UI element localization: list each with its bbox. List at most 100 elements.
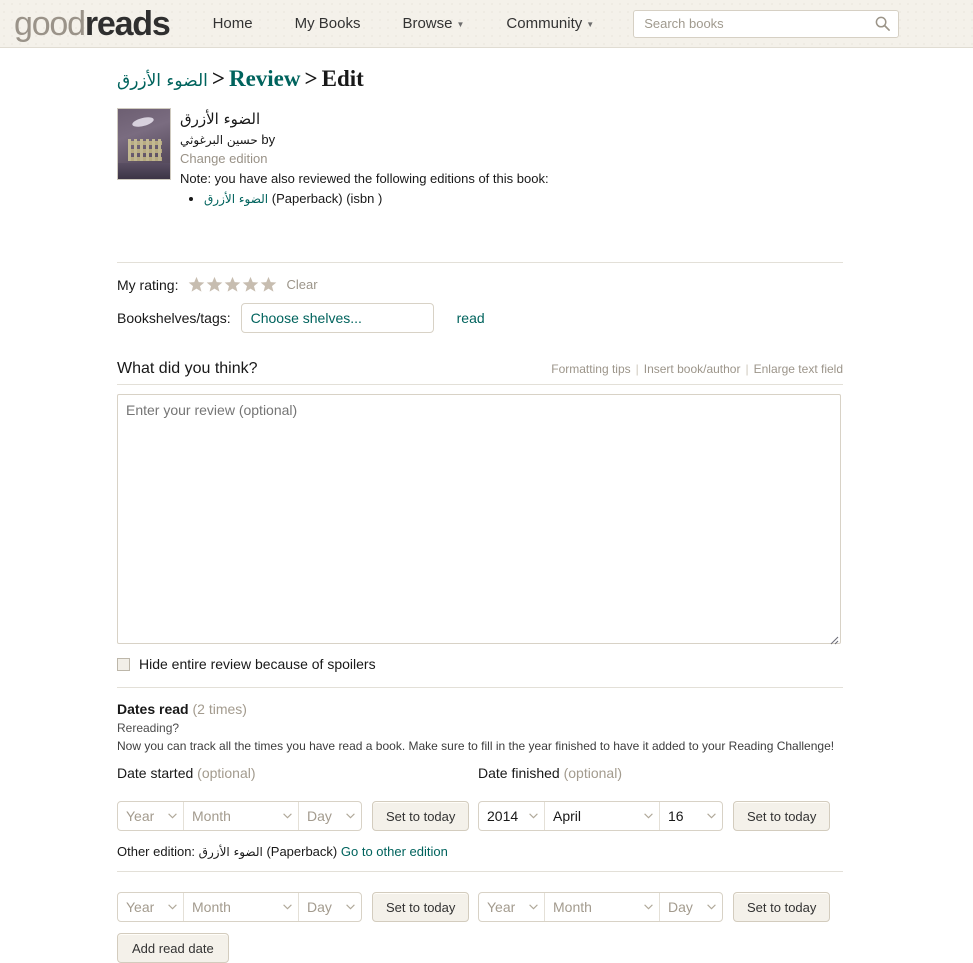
date-row-1-started: Year Month Day Set to today (117, 793, 478, 831)
nav-item-browse[interactable]: Browse ▼ (381, 15, 485, 32)
search-input[interactable] (642, 15, 876, 32)
date-row-2-started-set-today-button[interactable]: Set to today (372, 892, 470, 922)
enlarge-text-field-link[interactable]: Enlarge text field (754, 362, 843, 376)
breadcrumb-separator-2: > (304, 66, 318, 91)
star-icon-4[interactable] (242, 276, 259, 293)
chevron-down-icon (644, 813, 653, 819)
nav-item-home[interactable]: Home (192, 15, 274, 32)
site-header: goodreads Home My Books Browse ▼ Communit… (0, 0, 973, 48)
rereading-label: Rereading? (117, 721, 180, 735)
review-textarea-wrapper (117, 385, 841, 647)
book-summary: الضوء الأزرق حسين البرغوثي by Change edi… (117, 108, 973, 208)
insert-book-author-link[interactable]: Insert book/author (644, 362, 741, 376)
by-label: by (261, 132, 276, 147)
date-row-1-started-set-today-button[interactable]: Set to today (372, 801, 470, 831)
date-row-2-finished-year-value: Year (487, 899, 516, 915)
dates-help-text: Now you can track all the times you have… (117, 739, 835, 753)
date-finished-optional: (optional) (563, 765, 622, 781)
rating-label: My rating: (117, 276, 179, 293)
other-editions-list: الضوء الأزرق (Paperback) (isbn ) (180, 190, 549, 208)
nav-item-browse-label: Browse (402, 15, 453, 32)
formatting-tips-link[interactable]: Formatting tips (551, 362, 630, 376)
chevron-down-icon: ▼ (456, 19, 465, 29)
spoiler-label: Hide entire review because of spoilers (139, 656, 376, 672)
date-row-1-finished-year-select[interactable]: 2014 (479, 802, 545, 830)
date-row-1-started-selects: Year Month Day (117, 801, 362, 831)
goodreads-logo[interactable]: goodreads (14, 7, 171, 41)
star-icon-1[interactable] (188, 276, 205, 293)
date-row-1-started-month-select[interactable]: Month (184, 802, 299, 830)
date-finished-label: Date finished (478, 765, 560, 781)
shelves-label: Bookshelves/tags: (117, 310, 231, 326)
date-row-1-finished-month-value: April (553, 808, 582, 824)
date-row-2: Year Month Day Set to today Year Month D… (117, 884, 843, 922)
go-to-other-edition-link[interactable]: Go to other edition (341, 844, 448, 859)
edition-link[interactable]: الضوء الأزرق (204, 192, 268, 206)
spoiler-checkbox[interactable] (117, 657, 130, 671)
date-started-label-wrap: Date started (optional) (117, 765, 478, 781)
dates-read-title: Dates read (2 times) (117, 701, 843, 717)
review-form: My rating: Clear Bookshelves/tags: Choos… (117, 262, 843, 963)
nav-item-my-books-label: My Books (294, 15, 361, 32)
change-edition-link[interactable]: Change edition (180, 149, 549, 169)
other-edition-prefix: Other edition: (117, 844, 196, 859)
date-row-2-finished-set-today-button[interactable]: Set to today (733, 892, 831, 922)
star-icon-2[interactable] (206, 276, 223, 293)
review-textarea[interactable] (117, 394, 841, 644)
book-author-line: حسين البرغوثي by (180, 131, 549, 149)
choose-shelves-input[interactable]: Choose shelves... (240, 303, 434, 333)
date-column-labels: Date started (optional) Date finished (o… (117, 765, 843, 781)
shelf-tag-read[interactable]: read (457, 310, 485, 326)
chevron-down-icon (529, 813, 538, 819)
breadcrumb-separator-1: > (211, 66, 225, 91)
edition-format: (Paperback) (271, 191, 343, 206)
date-row-1-finished-month-select[interactable]: April (545, 802, 660, 830)
chevron-down-icon: ▼ (586, 19, 595, 29)
date-row-1-finished-set-today-button[interactable]: Set to today (733, 801, 831, 831)
book-meta: الضوء الأزرق حسين البرغوثي by Change edi… (180, 108, 549, 208)
date-row-1-finished-year-value: 2014 (487, 808, 519, 824)
clear-rating-link[interactable]: Clear (286, 277, 317, 292)
star-icon-3[interactable] (224, 276, 241, 293)
chevron-down-icon (707, 904, 716, 910)
book-title: الضوء الأزرق (180, 110, 261, 128)
page-title: Edit (321, 66, 364, 91)
divider-top (117, 262, 843, 263)
date-row-2-started: Year Month Day Set to today (117, 884, 478, 922)
nav-item-community[interactable]: Community ▼ (485, 15, 615, 32)
chevron-down-icon (529, 904, 538, 910)
shelves-row: Bookshelves/tags: Choose shelves... read (117, 303, 843, 333)
search-box[interactable] (633, 9, 900, 38)
breadcrumb-book-link[interactable]: الضوء الأزرق (117, 71, 208, 91)
nav-item-my-books[interactable]: My Books (274, 15, 382, 32)
add-read-date-button[interactable]: Add read date (117, 933, 229, 963)
date-row-1-finished-day-select[interactable]: 16 (660, 802, 722, 830)
date-row-1-started-year-select[interactable]: Year (118, 802, 184, 830)
chevron-down-icon (707, 813, 716, 819)
page-content: الضوء الأزرق > Review > Edit الضوء الأزرق حس… (0, 66, 973, 963)
book-author-name: حسين البرغوثي (180, 133, 258, 147)
rating-row: My rating: Clear (117, 276, 843, 293)
breadcrumb: الضوء الأزرق > Review > Edit (117, 66, 973, 94)
chevron-down-icon (346, 813, 355, 819)
list-item: الضوء الأزرق (Paperback) (isbn ) (204, 190, 549, 208)
date-row-1-started-day-select[interactable]: Day (299, 802, 361, 830)
review-heading: What did you think? (117, 360, 258, 377)
rating-stars[interactable] (188, 276, 277, 293)
search-icon[interactable] (875, 16, 891, 31)
date-row-1-finished-selects: 2014 April 16 (478, 801, 723, 831)
date-row-2-started-year-value: Year (126, 899, 155, 915)
divider-row-2 (117, 871, 843, 872)
nav-item-home-label: Home (212, 15, 253, 32)
star-icon-5[interactable] (260, 276, 277, 293)
review-tools: Formatting tips | Insert book/author | Enlar… (551, 362, 843, 376)
date-row-2-finished-selects: Year Month Day (478, 892, 723, 922)
book-cover-image[interactable] (117, 108, 171, 180)
main-nav: Home My Books Browse ▼ Community ▼ (192, 15, 616, 32)
date-started-column: Date started (optional) (117, 765, 478, 781)
add-read-date-row: Add read date (117, 933, 843, 963)
date-started-label: Date started (117, 765, 194, 781)
breadcrumb-review-link[interactable]: Review (229, 66, 301, 91)
chevron-down-icon (168, 813, 177, 819)
dates-read-label: Dates read (117, 701, 189, 717)
